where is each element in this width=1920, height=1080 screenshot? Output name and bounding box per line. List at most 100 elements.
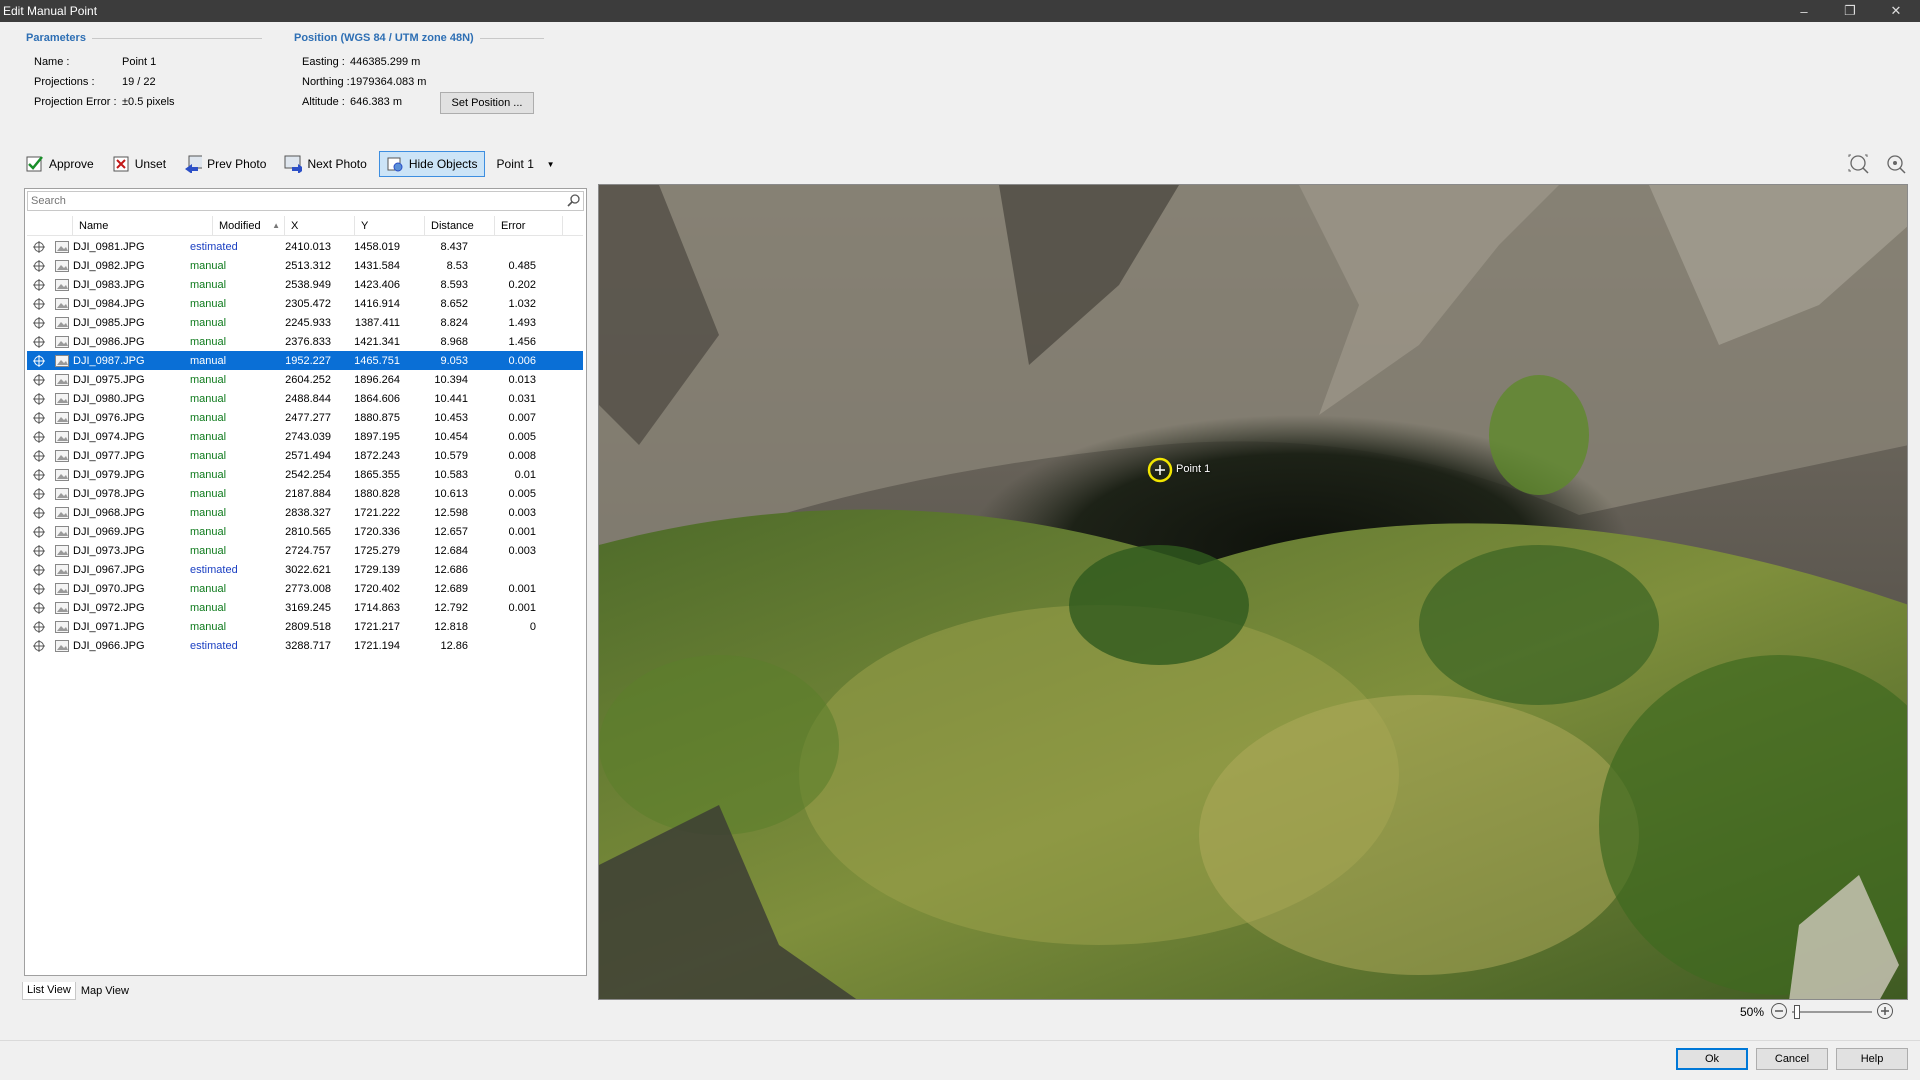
projection-error-label: Projection Error : bbox=[34, 96, 117, 108]
cell-x: 2810.565 bbox=[285, 525, 331, 538]
crosshair-icon[interactable] bbox=[27, 297, 51, 310]
next-photo-button[interactable]: Next Photo bbox=[278, 151, 372, 177]
crosshair-icon[interactable] bbox=[27, 563, 51, 576]
table-row[interactable]: DJI_0967.JPG estimated 3022.621 1729.139 12.… bbox=[27, 560, 583, 579]
zoom-fit-icon[interactable] bbox=[1848, 154, 1870, 177]
zoom-out-icon[interactable] bbox=[1770, 1002, 1788, 1023]
table-row[interactable]: DJI_0970.JPG manual 2773.008 1720.402 12.689… bbox=[27, 579, 583, 598]
crosshair-icon[interactable] bbox=[27, 411, 51, 424]
table-row[interactable]: DJI_0977.JPG manual 2571.494 1872.243 10.579… bbox=[27, 446, 583, 465]
crosshair-icon[interactable] bbox=[27, 544, 51, 557]
next-photo-icon bbox=[284, 155, 303, 173]
set-position-button[interactable]: Set Position ... bbox=[440, 92, 534, 114]
table-row[interactable]: DJI_0984.JPG manual 2305.472 1416.914 8.652 1… bbox=[27, 294, 583, 313]
zoom-level: 50% bbox=[1740, 1005, 1765, 1019]
table-row[interactable]: DJI_0980.JPG manual 2488.844 1864.606 10.441… bbox=[27, 389, 583, 408]
column-header-modified[interactable]: Modified ▲ bbox=[213, 215, 285, 236]
crosshair-icon[interactable] bbox=[27, 259, 51, 272]
column-header-name[interactable]: Name bbox=[73, 215, 213, 236]
table-row[interactable]: DJI_0987.JPG manual 1952.227 1465.751 9.053 0… bbox=[27, 351, 583, 370]
hide-objects-button[interactable]: Hide Objects bbox=[378, 151, 485, 177]
crosshair-icon[interactable] bbox=[27, 392, 51, 405]
table-row[interactable]: DJI_0974.JPG manual 2743.039 1897.195 10.454… bbox=[27, 427, 583, 446]
point-select-dropdown[interactable]: Point 1 ▼ bbox=[491, 152, 561, 176]
cell-y: 1421.341 bbox=[354, 335, 400, 348]
column-header-distance[interactable]: Distance bbox=[425, 215, 495, 236]
table-row[interactable]: DJI_0979.JPG manual 2542.254 1865.355 10.583… bbox=[27, 465, 583, 484]
crosshair-icon[interactable] bbox=[27, 240, 51, 253]
cell-y: 1458.019 bbox=[354, 240, 400, 253]
restore-icon[interactable]: ❐ bbox=[1830, 0, 1870, 22]
name-label: Name : bbox=[34, 56, 70, 68]
cell-x: 3022.621 bbox=[285, 563, 331, 576]
table-row[interactable]: DJI_0982.JPG manual 2513.312 1431.584 8.53 0.… bbox=[27, 256, 583, 275]
cell-name: DJI_0983.JPG bbox=[73, 278, 145, 291]
cell-distance: 9.053 bbox=[440, 354, 468, 367]
crosshair-icon[interactable] bbox=[27, 449, 51, 462]
crosshair-icon[interactable] bbox=[27, 487, 51, 500]
crosshair-icon[interactable] bbox=[27, 468, 51, 481]
crosshair-icon[interactable] bbox=[27, 335, 51, 348]
table-row[interactable]: DJI_0969.JPG manual 2810.565 1720.336 12.657… bbox=[27, 522, 583, 541]
crosshair-icon[interactable] bbox=[27, 620, 51, 633]
crosshair-icon[interactable] bbox=[27, 525, 51, 538]
search-icon[interactable] bbox=[567, 193, 581, 210]
zoom-search-icon[interactable] bbox=[1886, 154, 1906, 177]
table-row[interactable]: DJI_0968.JPG manual 2838.327 1721.222 12.598… bbox=[27, 503, 583, 522]
crosshair-icon[interactable] bbox=[27, 639, 51, 652]
table-row[interactable]: DJI_0973.JPG manual 2724.757 1725.279 12.684… bbox=[27, 541, 583, 560]
table-row[interactable]: DJI_0985.JPG manual 2245.933 1387.411 8.824 1… bbox=[27, 313, 583, 332]
table-row[interactable]: DJI_0981.JPG estimated 2410.013 1458.019 8.4… bbox=[27, 237, 583, 256]
unset-button[interactable]: Unset bbox=[106, 151, 172, 177]
approve-button[interactable]: Approve bbox=[20, 151, 100, 177]
cell-name: DJI_0971.JPG bbox=[73, 620, 145, 633]
cell-name: DJI_0987.JPG bbox=[73, 354, 145, 367]
cell-distance: 12.598 bbox=[434, 506, 468, 519]
photo-viewer[interactable]: Point 1 bbox=[598, 184, 1908, 1000]
close-icon[interactable]: ✕ bbox=[1876, 0, 1916, 22]
table-row[interactable]: DJI_0986.JPG manual 2376.833 1421.341 8.968 1… bbox=[27, 332, 583, 351]
crosshair-icon[interactable] bbox=[27, 316, 51, 329]
column-header-y[interactable]: Y bbox=[355, 215, 425, 236]
aerial-photo bbox=[599, 185, 1907, 999]
tab-list-view[interactable]: List View bbox=[22, 982, 76, 1000]
cell-error: 0.001 bbox=[508, 582, 536, 595]
cancel-button[interactable]: Cancel bbox=[1756, 1048, 1828, 1070]
crosshair-icon[interactable] bbox=[27, 430, 51, 443]
crosshair-icon[interactable] bbox=[27, 601, 51, 614]
table-row[interactable]: DJI_0976.JPG manual 2477.277 1880.875 10.453… bbox=[27, 408, 583, 427]
table-row[interactable]: DJI_0978.JPG manual 2187.884 1880.828 10.613… bbox=[27, 484, 583, 503]
search-input[interactable] bbox=[31, 195, 551, 207]
tab-map-view[interactable]: Map View bbox=[76, 982, 134, 1000]
crosshair-icon[interactable] bbox=[27, 373, 51, 386]
table-row[interactable]: DJI_0971.JPG manual 2809.518 1721.217 12.818… bbox=[27, 617, 583, 636]
image-thumbnail-icon bbox=[51, 639, 73, 652]
table-row[interactable]: DJI_0972.JPG manual 3169.245 1714.863 12.792… bbox=[27, 598, 583, 617]
crosshair-icon[interactable] bbox=[27, 506, 51, 519]
minimize-icon[interactable]: – bbox=[1784, 0, 1824, 22]
table-row[interactable]: DJI_0975.JPG manual 2604.252 1896.264 10.394… bbox=[27, 370, 583, 389]
search-box[interactable] bbox=[27, 191, 584, 211]
zoom-slider[interactable] bbox=[1792, 1003, 1873, 1021]
cell-name: DJI_0966.JPG bbox=[73, 639, 145, 652]
zoom-slider-thumb[interactable] bbox=[1794, 1005, 1801, 1019]
cell-modified: manual bbox=[190, 373, 227, 386]
cell-x: 2245.933 bbox=[285, 316, 331, 329]
column-header-x[interactable]: X bbox=[285, 215, 355, 236]
zoom-in-icon[interactable] bbox=[1876, 1002, 1894, 1023]
ok-button[interactable]: Ok bbox=[1676, 1048, 1748, 1070]
table-row[interactable]: DJI_0983.JPG manual 2538.949 1423.406 8.593 0… bbox=[27, 275, 583, 294]
cell-name: DJI_0972.JPG bbox=[73, 601, 145, 614]
crosshair-icon[interactable] bbox=[27, 354, 51, 367]
table-row[interactable]: DJI_0966.JPG estimated 3288.717 1721.194 12.… bbox=[27, 636, 583, 655]
cell-error: 0.485 bbox=[508, 259, 536, 272]
prev-photo-button[interactable]: Prev Photo bbox=[178, 151, 272, 177]
column-header-error[interactable]: Error bbox=[495, 215, 563, 236]
cell-x: 2773.008 bbox=[285, 582, 331, 595]
crosshair-icon[interactable] bbox=[27, 582, 51, 595]
cell-modified: estimated bbox=[190, 563, 238, 576]
cell-y: 1865.355 bbox=[354, 468, 400, 481]
crosshair-icon[interactable] bbox=[27, 278, 51, 291]
cell-error: 0.006 bbox=[508, 354, 536, 367]
help-button[interactable]: Help bbox=[1836, 1048, 1908, 1070]
